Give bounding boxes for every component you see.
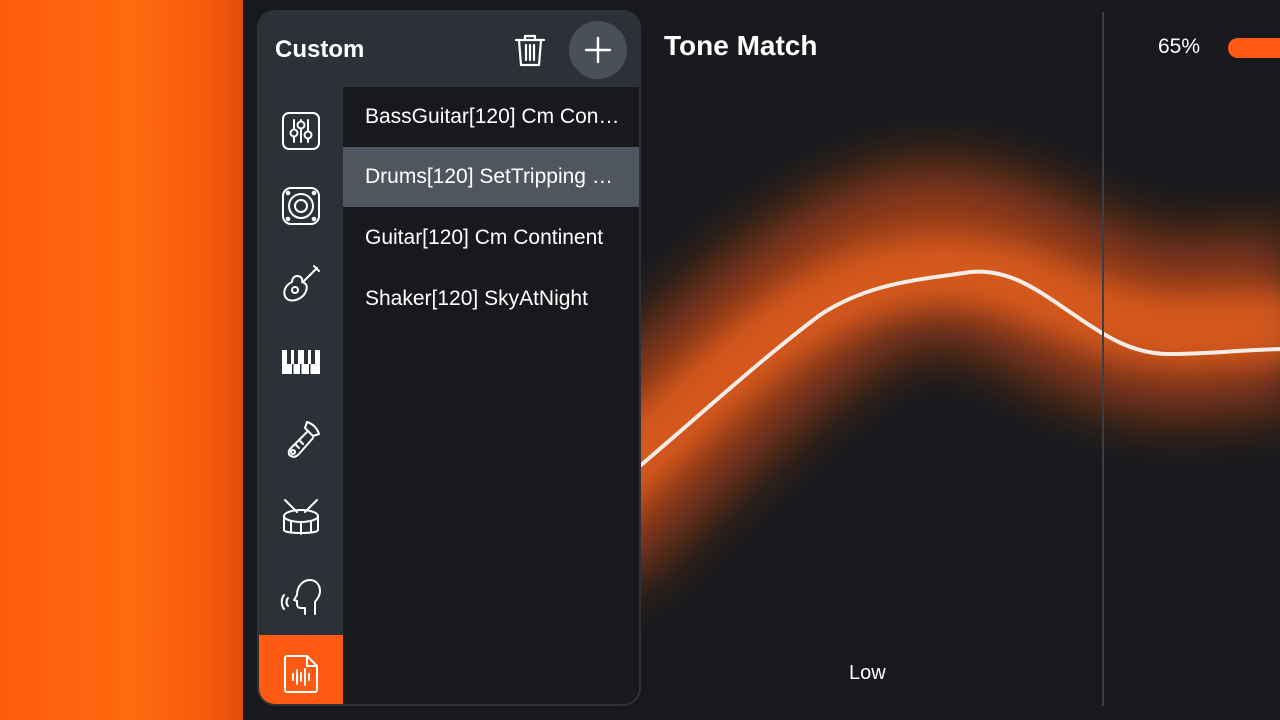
list-item-label: Shaker[120] SkyAtNight	[365, 287, 588, 310]
axis-label-low: Low	[849, 662, 886, 684]
match-slider[interactable]	[1228, 38, 1280, 58]
list-item[interactable]: BassGuitar[120] Cm Continent	[343, 87, 639, 147]
list-item[interactable]: Shaker[120] SkyAtNight	[343, 269, 639, 329]
list-item-label: Guitar[120] Cm Continent	[365, 226, 604, 249]
voice-head-icon	[280, 579, 321, 615]
marker-divider[interactable]	[1102, 12, 1104, 706]
panel-title: Custom	[275, 36, 365, 63]
list-item-label: Drums[120] SetTripping Continent	[365, 165, 625, 188]
audio-file-icon	[284, 655, 318, 693]
category-sidebar	[259, 87, 343, 704]
list-item[interactable]: Guitar[120] Cm Continent	[343, 208, 639, 268]
sidebar-item-vocals[interactable]	[259, 557, 343, 635]
add-preset-button[interactable]	[569, 21, 627, 79]
list-item-selected[interactable]: Drums[120] SetTripping Continent	[343, 147, 639, 207]
trash-icon	[514, 34, 546, 67]
sidebar-item-mixer[interactable]	[259, 92, 343, 170]
trumpet-icon	[287, 421, 320, 458]
speaker-icon	[282, 187, 320, 225]
sidebar-item-guitar[interactable]	[259, 245, 343, 323]
drum-icon	[283, 499, 319, 535]
custom-preset-panel: Custom BassGuitar[120] Cm Continent Drum…	[257, 10, 641, 706]
piano-keys-icon	[282, 350, 320, 374]
sidebar-item-audio-file[interactable]	[259, 635, 343, 704]
acoustic-guitar-icon	[283, 265, 320, 302]
sidebar-item-piano[interactable]	[259, 323, 343, 401]
panel-header: Custom	[259, 12, 639, 87]
sidebar-item-speaker[interactable]	[259, 167, 343, 245]
sidebar-item-drums[interactable]	[259, 479, 343, 557]
list-item-label: BassGuitar[120] Cm Continent	[365, 105, 625, 128]
sidebar-item-brass[interactable]	[259, 401, 343, 479]
preset-list: BassGuitar[120] Cm Continent Drums[120] …	[343, 87, 639, 704]
sliders-icon	[282, 112, 320, 150]
page-title: Tone Match	[664, 30, 818, 61]
plus-icon	[584, 36, 612, 64]
delete-button[interactable]	[511, 30, 549, 70]
match-percent: 65%	[1158, 35, 1201, 58]
